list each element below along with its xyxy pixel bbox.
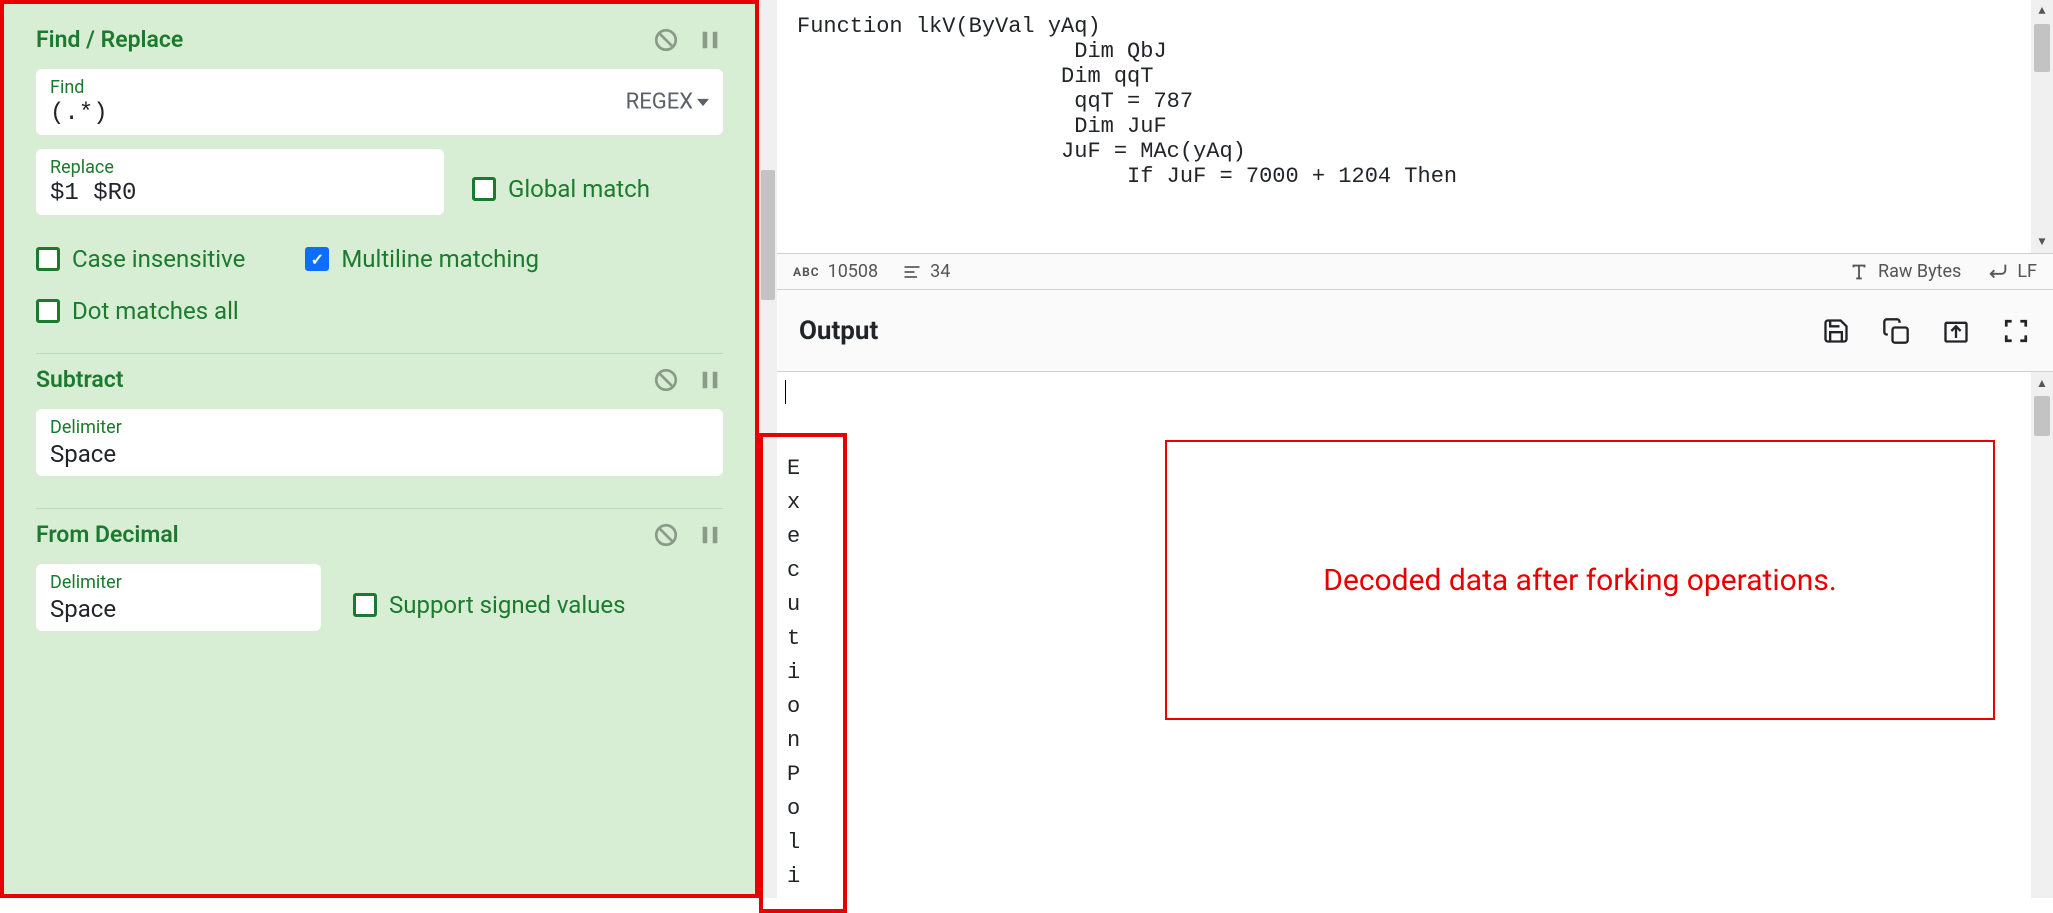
output-body[interactable]: - E x e c u t i o n P o l i ▲ [777, 372, 2053, 898]
find-value: (.*) [50, 100, 709, 127]
find-input[interactable]: Find (.*) REGEX [36, 69, 723, 135]
panel-splitter[interactable] [759, 0, 777, 898]
input-code-text: Function lkV(ByVal yAq) Dim QbJ Dim qqT … [797, 14, 1457, 189]
scroll-up-icon[interactable]: ▲ [2031, 372, 2053, 394]
global-match-label: Global match [508, 175, 650, 203]
operation-subtract: Subtract Delimiter Space [36, 366, 723, 509]
signed-values-checkbox[interactable]: Support signed values [353, 591, 626, 619]
fromdecimal-delimiter-value: Space [50, 595, 307, 623]
input-code-area[interactable]: Function lkV(ByVal yAq) Dim QbJ Dim qqT … [777, 0, 2053, 254]
checkbox-icon [36, 299, 60, 323]
fromdecimal-delimiter-label: Delimiter [50, 572, 307, 593]
dotall-label: Dot matches all [72, 297, 239, 325]
checkbox-checked-icon: ✓ [305, 247, 329, 271]
lines-icon [902, 262, 922, 282]
dotall-checkbox[interactable]: Dot matches all [36, 297, 239, 325]
return-icon [1987, 261, 2009, 283]
scroll-up-icon[interactable]: ▲ [2031, 0, 2053, 22]
disable-icon[interactable] [653, 367, 679, 393]
right-panel: Function lkV(ByVal yAq) Dim QbJ Dim qqT … [777, 0, 2053, 898]
input-status-bar: ABC 10508 34 Raw Bytes LF [777, 254, 2053, 290]
global-match-checkbox[interactable]: Global match [472, 175, 650, 203]
text-cursor [785, 380, 786, 404]
operation-from-decimal: From Decimal Delimiter Space S [36, 521, 723, 663]
line-ending-toggle[interactable]: LF [1987, 261, 2037, 283]
operation-find-replace: Find / Replace Find (.*) REGEX [36, 26, 723, 354]
replace-input[interactable]: Replace $1 $R0 [36, 149, 444, 215]
disable-icon[interactable] [653, 27, 679, 53]
copy-icon[interactable] [1881, 316, 1911, 346]
output-scrollbar[interactable]: ▲ [2031, 372, 2053, 898]
regex-label: REGEX [626, 90, 693, 115]
recipe-panel: Find / Replace Find (.*) REGEX [0, 0, 759, 898]
checkbox-icon [36, 247, 60, 271]
fullscreen-icon[interactable] [2001, 316, 2031, 346]
output-header: Output [777, 290, 2053, 372]
scroll-thumb[interactable] [2034, 24, 2050, 72]
replace-label: Replace [50, 157, 430, 178]
abc-icon: ABC [793, 265, 820, 279]
disable-icon[interactable] [653, 522, 679, 548]
op-title-from-decimal: From Decimal [36, 521, 179, 548]
checkbox-icon [353, 593, 377, 617]
char-count: ABC 10508 [793, 261, 878, 282]
op-title-find-replace: Find / Replace [36, 26, 183, 53]
save-icon[interactable] [1821, 316, 1851, 346]
raw-bytes-toggle[interactable]: Raw Bytes [1848, 261, 1961, 283]
decoded-output-text: - E x e c u t i o n P o l i [787, 418, 802, 894]
splitter-thumb[interactable] [761, 170, 775, 300]
find-label: Find [50, 77, 709, 98]
fromdecimal-delimiter-input[interactable]: Delimiter Space [36, 564, 321, 631]
case-insensitive-checkbox[interactable]: Case insensitive [36, 245, 245, 273]
input-scrollbar[interactable]: ▲ ▼ [2031, 0, 2053, 253]
multiline-checkbox[interactable]: ✓ Multiline matching [305, 245, 539, 273]
pause-icon[interactable] [697, 367, 723, 393]
line-count-value: 34 [930, 261, 950, 282]
subtract-delimiter-label: Delimiter [50, 417, 709, 438]
output-title: Output [799, 316, 878, 346]
chevron-down-icon [697, 98, 709, 106]
case-insensitive-label: Case insensitive [72, 245, 245, 273]
text-icon [1848, 261, 1870, 283]
multiline-label: Multiline matching [341, 245, 539, 273]
pause-icon[interactable] [697, 27, 723, 53]
regex-dropdown[interactable]: REGEX [626, 90, 709, 115]
subtract-delimiter-input[interactable]: Delimiter Space [36, 409, 723, 476]
checkbox-icon [472, 177, 496, 201]
scroll-down-icon[interactable]: ▼ [2031, 231, 2053, 253]
char-count-value: 10508 [828, 261, 879, 282]
line-ending-label: LF [2017, 261, 2037, 282]
replace-value: $1 $R0 [50, 180, 430, 207]
scroll-thumb[interactable] [2034, 396, 2050, 436]
signed-values-label: Support signed values [389, 591, 626, 619]
pause-icon[interactable] [697, 522, 723, 548]
op-title-subtract: Subtract [36, 366, 124, 393]
line-count: 34 [902, 261, 950, 282]
raw-bytes-label: Raw Bytes [1878, 261, 1961, 282]
subtract-delimiter-value: Space [50, 440, 709, 468]
move-to-input-icon[interactable] [1941, 316, 1971, 346]
